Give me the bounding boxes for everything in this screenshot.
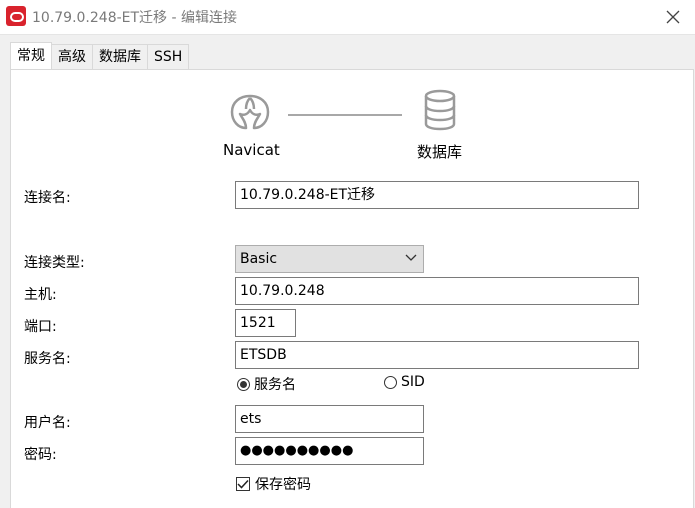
radio-service-name-label: 服务名 (254, 377, 296, 393)
host-label: 主机: (24, 287, 57, 303)
connection-name-label: 连接名: (24, 190, 71, 206)
navicat-logo-icon (230, 94, 270, 130)
tab-strip: 常规 高级 数据库 SSH (10, 42, 190, 70)
tab-database[interactable]: 数据库 (92, 44, 148, 69)
checkmark-icon (237, 479, 249, 489)
close-button[interactable] (661, 5, 685, 29)
radio-service-name-indicator (237, 377, 250, 391)
chevron-down-icon (405, 254, 417, 261)
radio-sid-label: SID (401, 374, 425, 390)
tab-general[interactable]: 常规 (10, 42, 52, 69)
service-name-input[interactable]: ETSDB (235, 341, 639, 369)
connection-type-select[interactable]: Basic (235, 245, 424, 273)
title-bar: 10.79.0.248-ET迁移 - 编辑连接 (0, 0, 695, 35)
close-icon (666, 10, 680, 24)
tab-ssh[interactable]: SSH (147, 44, 190, 69)
connection-name-input[interactable]: 10.79.0.248-ET迁移 (235, 181, 639, 209)
connection-type-value: Basic (240, 251, 278, 267)
save-password-checkbox[interactable]: 保存密码 (236, 474, 311, 494)
connector-line (288, 114, 402, 116)
port-label: 端口: (24, 319, 57, 335)
window-title: 10.79.0.248-ET迁移 - 编辑连接 (32, 10, 238, 26)
save-password-label: 保存密码 (255, 477, 311, 493)
radio-sid-indicator (384, 375, 397, 389)
navicat-app-icon (6, 6, 26, 26)
password-label: 密码: (24, 447, 57, 463)
navicat-label: Navicat (223, 141, 280, 159)
radio-sid[interactable]: SID (384, 374, 425, 390)
port-input[interactable]: 1521 (235, 309, 296, 337)
checkbox-indicator (236, 477, 250, 491)
tab-advanced[interactable]: 高级 (51, 44, 93, 69)
username-label: 用户名: (24, 415, 71, 431)
username-input[interactable]: ets (235, 405, 424, 433)
database-icon (424, 89, 456, 131)
password-input[interactable]: ●●●●●●●●●● (235, 437, 424, 465)
radio-service-name[interactable]: 服务名 (237, 374, 296, 394)
database-label: 数据库 (417, 143, 463, 161)
host-input[interactable]: 10.79.0.248 (235, 277, 639, 305)
connection-type-label: 连接类型: (24, 255, 85, 271)
service-name-label: 服务名: (24, 351, 71, 367)
